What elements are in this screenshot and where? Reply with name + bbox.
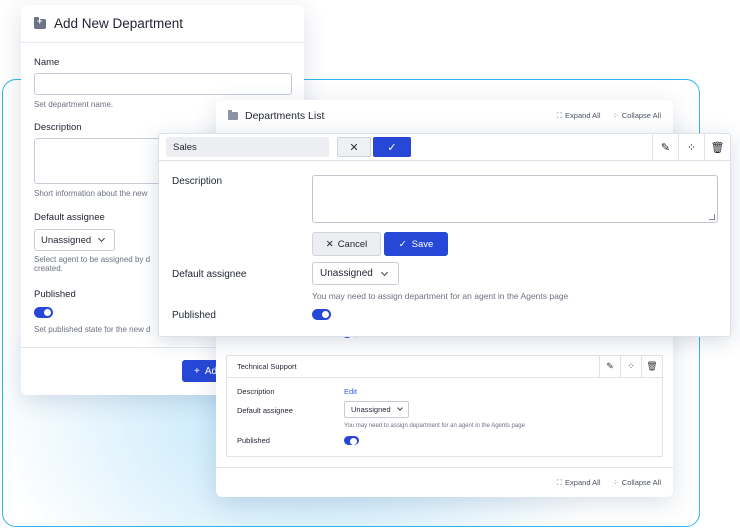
footer-collapse-all-button[interactable]: ⁘ Collapse All — [613, 478, 662, 487]
footer-expand-all-button[interactable]: ⛶ Expand All — [557, 478, 601, 488]
collapse-icon: ⁘ — [612, 478, 619, 487]
name-input[interactable] — [34, 73, 292, 95]
sales-published-toggle[interactable] — [312, 309, 331, 320]
close-icon: ✕ — [325, 238, 334, 250]
description-help: Short information about the new — [34, 189, 148, 198]
departments-list-title: Departments List — [245, 110, 325, 122]
collapse-icon[interactable]: ⁘ — [678, 134, 704, 160]
department-name-input[interactable]: Sales — [166, 137, 329, 157]
folder-icon — [228, 110, 238, 120]
sales-editor-header: Sales ✕ ✓ ✎ ⁘ 🗑 — [159, 134, 730, 161]
chevron-down-icon — [98, 234, 106, 243]
trash-icon[interactable]: 🗑 — [704, 134, 730, 160]
edit-icon[interactable]: ✎ — [652, 134, 678, 160]
published-toggle[interactable] — [34, 307, 53, 318]
sales-assignee-select[interactable]: Unassigned — [312, 262, 399, 285]
expand-all-label: Expand All — [565, 111, 601, 120]
sales-department-editor: Sales ✕ ✓ ✎ ⁘ 🗑 Description ✕ Cancel ✓ S… — [158, 133, 731, 337]
department-item-header: Technical Support ✎ ⁘ 🗑 — [227, 355, 662, 378]
departments-list-header: Departments List ⛶ Expand All ⁘ Collapse A… — [216, 100, 673, 132]
sales-assignee-label: Default assignee — [172, 269, 247, 280]
sales-description-label: Description — [172, 176, 223, 187]
department-item-technical-support: Technical Support ✎ ⁘ 🗑 Description Edit… — [226, 355, 663, 457]
published-help: Set published state for the new d — [34, 325, 151, 334]
assignee-label: Default assignee — [34, 212, 105, 223]
name-help: Set department name. — [34, 100, 114, 109]
sales-assignee-help: You may need to assign department for an… — [312, 291, 569, 301]
published-label: Published — [34, 289, 76, 300]
edit-icon[interactable]: ✎ — [599, 355, 620, 378]
sales-description-textarea[interactable] — [312, 175, 718, 223]
stage: Add New Department Name Set department n… — [0, 0, 740, 529]
cancel-name-button[interactable]: ✕ — [337, 137, 371, 157]
sales-assignee-value: Unassigned — [320, 268, 373, 279]
chevron-down-icon — [380, 268, 388, 276]
footer-collapse-all-label: Collapse All — [621, 478, 661, 487]
save-button[interactable]: ✓ Save — [384, 232, 448, 256]
confirm-name-button[interactable]: ✓ — [373, 137, 411, 157]
assignee-select-value: Unassigned — [41, 234, 92, 246]
collapse-icon: ⁘ — [612, 111, 619, 120]
plus-icon: + — [194, 365, 200, 377]
item-published-toggle[interactable] — [344, 436, 359, 445]
sales-published-label: Published — [172, 310, 216, 321]
add-department-title: Add New Department — [54, 16, 184, 31]
save-label: Save — [411, 238, 434, 250]
footer-expand-all-label: Expand All — [565, 477, 601, 487]
folder-plus-icon — [34, 16, 46, 29]
item-assignee-select[interactable]: Unassigned — [344, 401, 409, 418]
item-published-label: Published — [237, 436, 270, 445]
check-icon: ✓ — [398, 238, 407, 250]
expand-icon: ⛶ — [556, 111, 563, 120]
sales-editor-actions: ✎ ⁘ 🗑 — [652, 134, 730, 160]
assignee-select[interactable]: Unassigned — [34, 229, 115, 251]
cancel-button[interactable]: ✕ Cancel — [312, 232, 381, 256]
collapse-icon[interactable]: ⁘ — [620, 355, 641, 378]
resize-handle-icon[interactable] — [709, 214, 715, 220]
close-icon: ✕ — [349, 141, 359, 154]
trash-icon[interactable]: 🗑 — [641, 355, 662, 378]
cancel-label: Cancel — [337, 238, 368, 250]
expand-icon: ⛶ — [556, 477, 563, 487]
item-assignee-help: You may need to assign department for an… — [344, 423, 525, 429]
collapse-all-button[interactable]: ⁘ Collapse All — [613, 111, 662, 121]
item-description-label: Description — [237, 387, 275, 396]
department-item-actions: ✎ ⁘ 🗑 — [599, 355, 662, 378]
name-label: Name — [34, 57, 60, 68]
add-department-header: Add New Department — [21, 5, 304, 43]
collapse-all-label: Collapse All — [621, 111, 661, 120]
department-name: Technical Support — [237, 362, 297, 371]
assignee-help-line2: created. — [34, 264, 63, 273]
check-icon: ✓ — [387, 141, 397, 154]
description-label: Description — [34, 122, 82, 133]
item-description-edit-link[interactable]: Edit — [344, 387, 357, 396]
chevron-down-icon — [396, 405, 403, 411]
list-header-actions: ⛶ Expand All ⁘ Collapse All — [557, 111, 673, 121]
expand-all-button[interactable]: ⛶ Expand All — [557, 111, 601, 121]
departments-list-footer: ⛶ Expand All ⁘ Collapse All — [216, 467, 673, 497]
item-assignee-value: Unassigned — [351, 405, 391, 414]
item-assignee-label: Default assignee — [237, 406, 293, 415]
